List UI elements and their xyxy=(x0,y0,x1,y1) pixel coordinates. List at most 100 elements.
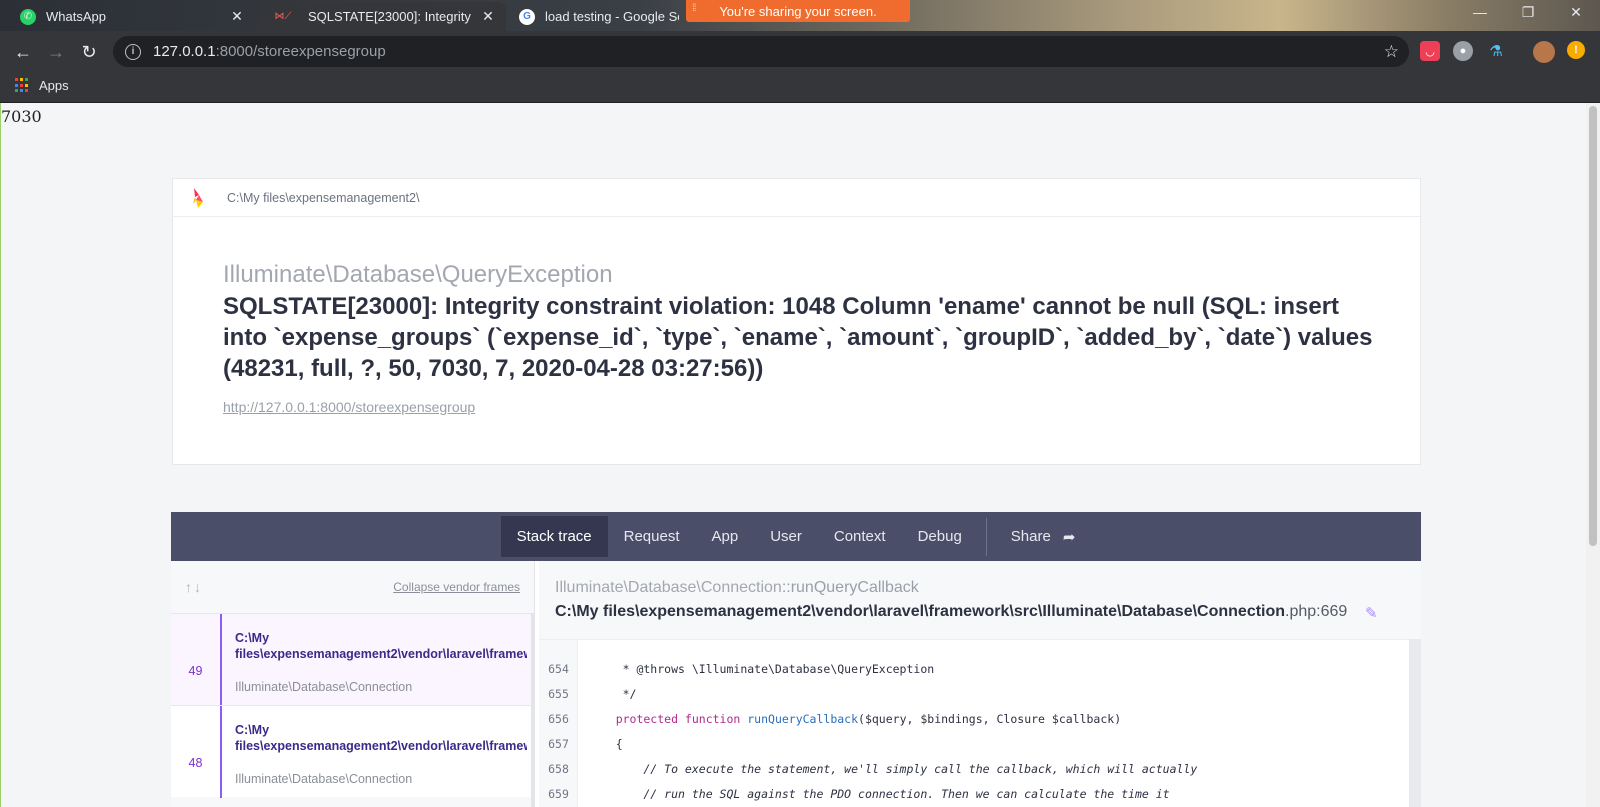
code-frame-class: Illuminate\Database\Connection::runQuery… xyxy=(555,579,919,597)
edit-pencil-icon[interactable]: ✎ xyxy=(1365,604,1378,622)
avatar[interactable] xyxy=(1533,41,1555,63)
tab-context[interactable]: Context xyxy=(818,516,902,557)
line-number: 654 xyxy=(548,661,569,676)
frame-navigate-arrows-icon[interactable]: ↑↓ xyxy=(185,579,203,595)
stack-trace-panel: Stack trace Request App User Context Deb… xyxy=(171,512,1421,807)
code-line: 658 // To execute the statement, we'll s… xyxy=(539,756,1409,781)
share-label: Share xyxy=(1010,528,1051,545)
update-alert-icon[interactable]: ! xyxy=(1567,41,1585,59)
share-arrow-icon: ➦ xyxy=(1062,528,1076,546)
line-source: protected function runQueryCallback($que… xyxy=(578,712,1121,726)
frame-class: Illuminate\Database\Connection xyxy=(235,680,413,694)
screen-share-banner: ⁞⁞ You're sharing your screen. xyxy=(686,0,910,22)
line-source: // run the SQL against the PDO connectio… xyxy=(588,786,1170,801)
page-scrollbar[interactable] xyxy=(1586,103,1600,807)
args-token: ($query, $bindings, Closure $callback) xyxy=(858,711,1122,726)
debug-echo-output: 7030 xyxy=(1,107,42,126)
code-line: 654 * @throws \Illuminate\Database\Query… xyxy=(539,656,1409,681)
bookmark-star-icon[interactable]: ☆ xyxy=(1384,42,1399,62)
tab-debug[interactable]: Debug xyxy=(902,516,978,557)
frame-path: C:\My files\expensemanagement2\vendor\la… xyxy=(235,722,527,754)
line-source: // To execute the statement, we'll simpl… xyxy=(588,761,1198,776)
frame-number: 49 xyxy=(171,614,222,706)
address-bar[interactable]: i 127.0.0.1 :8000/storeexpensegroup ☆ xyxy=(113,36,1409,67)
tab-stack-trace[interactable]: Stack trace xyxy=(500,516,608,557)
page-content: 7030 C:\My files\expensemanagement2\ Ill… xyxy=(0,103,1586,807)
forward-icon[interactable]: → xyxy=(44,40,68,64)
back-icon[interactable]: ← xyxy=(11,40,35,64)
browser-titlebar: ✆ WhatsApp ✕ ⋈⟋ SQLSTATE[23000]: Integri… xyxy=(0,0,1600,31)
url-path: :8000/storeexpensegroup xyxy=(215,43,386,60)
apps-shortcut[interactable]: Apps xyxy=(15,78,69,93)
frame-path-line2: files\expensemanagement2\vendor\laravel\… xyxy=(235,647,527,661)
frames-scrollbar[interactable] xyxy=(531,613,535,807)
tab-title: load testing - Google Sear xyxy=(545,9,679,24)
url-host: 127.0.0.1 xyxy=(153,43,216,60)
close-icon[interactable]: ✕ xyxy=(229,8,245,25)
frame-path-line1: C:\My xyxy=(235,723,270,737)
line-number: 655 xyxy=(548,686,569,701)
code-viewer: Illuminate\Database\Connection::runQuery… xyxy=(539,561,1421,807)
tab-whatsapp[interactable]: ✆ WhatsApp ✕ xyxy=(10,2,255,31)
pocket-extension-icon[interactable]: ◡ xyxy=(1420,41,1440,61)
browser-toolbar: ← → ↻ i 127.0.0.1 :8000/storeexpensegrou… xyxy=(0,31,1600,72)
tab-share[interactable]: Share ➦ xyxy=(995,516,1092,557)
google-icon: G xyxy=(519,8,535,25)
code-line: 659 // run the SQL against the PDO conne… xyxy=(539,781,1409,806)
frame-path-line2: files\expensemanagement2\vendor\laravel\… xyxy=(235,739,527,753)
reload-icon[interactable]: ↻ xyxy=(77,40,101,64)
stack-frame[interactable]: 48 C:\My files\expensemanagement2\vendor… xyxy=(171,705,535,798)
bookmarks-bar: Apps xyxy=(0,72,1600,103)
line-source: * @throws \Illuminate\Database\QueryExce… xyxy=(588,661,935,676)
restore-icon[interactable]: ❐ xyxy=(1518,4,1538,21)
code-method: ::runQueryCallback xyxy=(781,579,919,596)
trace-tabs: Stack trace Request App User Context Deb… xyxy=(171,512,1421,561)
minimize-icon[interactable]: — xyxy=(1470,4,1490,20)
line-number: 658 xyxy=(548,761,569,776)
function-token: runQueryCallback xyxy=(747,711,859,726)
code-snippet: 654 * @throws \Illuminate\Database\Query… xyxy=(539,639,1409,807)
tab-app[interactable]: App xyxy=(696,516,755,557)
frame-path-line1: C:\My xyxy=(235,631,270,645)
exception-card-header: C:\My files\expensemanagement2\ xyxy=(173,179,1420,217)
code-namespace: Illuminate\Database\Connection xyxy=(555,579,782,596)
whatsapp-icon: ✆ xyxy=(20,8,36,25)
line-number: 659 xyxy=(548,786,569,801)
line-source: */ xyxy=(588,686,637,701)
flask-extension-icon[interactable]: ⚗ xyxy=(1486,41,1506,61)
page-scrollbar-thumb[interactable] xyxy=(1589,106,1597,546)
info-icon[interactable]: i xyxy=(125,43,141,60)
tab-sqlstate[interactable]: ⋈⟋ SQLSTATE[23000]: Integrity c ✕ xyxy=(258,2,506,31)
code-scrollbar[interactable] xyxy=(1409,639,1421,807)
tab-google[interactable]: G load testing - Google Sear xyxy=(509,2,689,31)
exception-class: Illuminate\Database\QueryException xyxy=(223,261,613,288)
line-number: 656 xyxy=(548,711,569,726)
tab-title: SQLSTATE[23000]: Integrity c xyxy=(308,9,474,24)
project-root-path: C:\My files\expensemanagement2\ xyxy=(227,190,420,205)
code-line: 657 { xyxy=(539,731,1409,756)
code-line: 656 protected function runQueryCallback(… xyxy=(539,706,1409,731)
ignition-icon: ⋈⟋ xyxy=(274,11,292,22)
frame-path: C:\My files\expensemanagement2\vendor\la… xyxy=(235,630,527,662)
apps-grid-icon xyxy=(15,78,30,93)
share-banner-text: You're sharing your screen. xyxy=(719,3,877,19)
line-source: { xyxy=(588,736,623,751)
exception-message: SQLSTATE[23000]: Integrity constraint vi… xyxy=(223,293,1373,382)
drag-grip-icon[interactable]: ⁞⁞ xyxy=(692,3,696,14)
request-url-link[interactable]: http://127.0.0.1:8000/storeexpensegroup xyxy=(223,399,475,415)
code-file-name: C:\My files\expensemanagement2\vendor\la… xyxy=(555,603,1286,620)
close-icon[interactable]: ✕ xyxy=(480,8,496,25)
frames-header: ↑↓ Collapse vendor frames xyxy=(171,561,534,613)
frames-list: ↑↓ Collapse vendor frames 49 C:\My files… xyxy=(171,561,535,807)
circle-extension-icon[interactable]: ● xyxy=(1453,41,1473,61)
tab-user[interactable]: User xyxy=(754,516,818,557)
stack-frame[interactable]: 49 C:\My files\expensemanagement2\vendor… xyxy=(171,613,535,706)
tab-divider xyxy=(985,517,987,556)
tab-title: WhatsApp xyxy=(46,9,106,24)
code-file-path: C:\My files\expensemanagement2\vendor\la… xyxy=(555,603,1347,621)
frame-class: Illuminate\Database\Connection xyxy=(235,772,413,786)
collapse-vendor-frames-link[interactable]: Collapse vendor frames xyxy=(393,580,520,594)
frame-number: 48 xyxy=(171,706,222,798)
tab-request[interactable]: Request xyxy=(608,516,696,557)
close-window-icon[interactable]: ✕ xyxy=(1566,4,1586,21)
